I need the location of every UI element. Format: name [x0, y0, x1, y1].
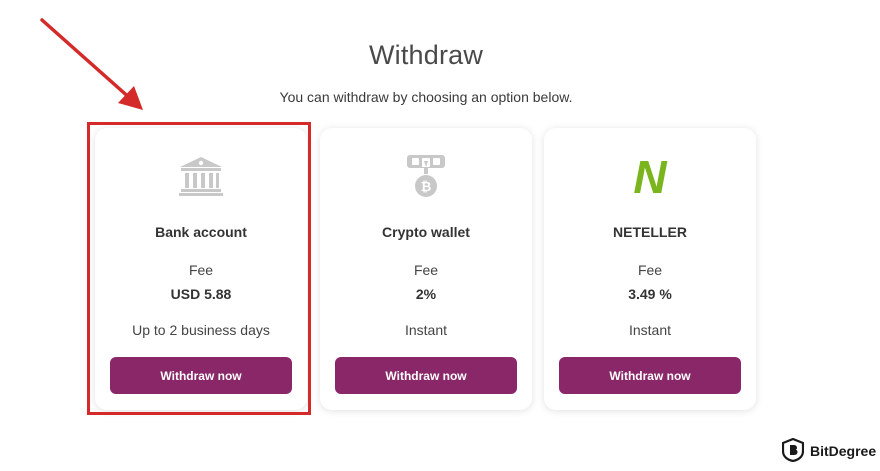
- neteller-logo-icon: N: [544, 152, 756, 200]
- option-name: NETELLER: [613, 224, 687, 240]
- fee-value: 2%: [415, 286, 437, 302]
- fee-label: Fee: [637, 262, 663, 278]
- crypto-wallet-icon: ₿: [320, 152, 532, 200]
- fee-value: USD 5.88: [170, 286, 232, 302]
- fee-label: Fee: [413, 262, 439, 278]
- bank-icon: [95, 152, 307, 200]
- option-card-crypto-wallet: ₿ Crypto wallet Fee 2% Instant Withdraw …: [320, 128, 532, 410]
- withdraw-now-button-bank[interactable]: Withdraw now: [110, 357, 292, 394]
- option-name: Bank account: [155, 224, 247, 240]
- option-card-neteller: N NETELLER Fee 3.49 % Instant Withdraw n…: [544, 128, 756, 410]
- watermark-text: BitDegree: [810, 443, 877, 459]
- bitdegree-logo-icon: [781, 437, 805, 465]
- page-subtitle: You can withdraw by choosing an option b…: [279, 89, 573, 105]
- svg-text:N: N: [633, 154, 667, 198]
- fee-label: Fee: [188, 262, 214, 278]
- withdraw-now-button-neteller[interactable]: Withdraw now: [559, 357, 741, 394]
- page-title: Withdraw: [368, 40, 484, 70]
- processing-time: Up to 2 business days: [132, 322, 270, 338]
- processing-time: Instant: [404, 322, 448, 338]
- fee-value: 3.49 %: [628, 286, 672, 302]
- option-card-bank-account: Bank account Fee USD 5.88 Up to 2 busine…: [95, 128, 307, 410]
- processing-time: Instant: [628, 322, 672, 338]
- option-name: Crypto wallet: [382, 224, 470, 240]
- bitdegree-watermark: BitDegree: [781, 437, 877, 465]
- svg-text:₿: ₿: [421, 180, 432, 195]
- withdraw-now-button-crypto[interactable]: Withdraw now: [335, 357, 517, 394]
